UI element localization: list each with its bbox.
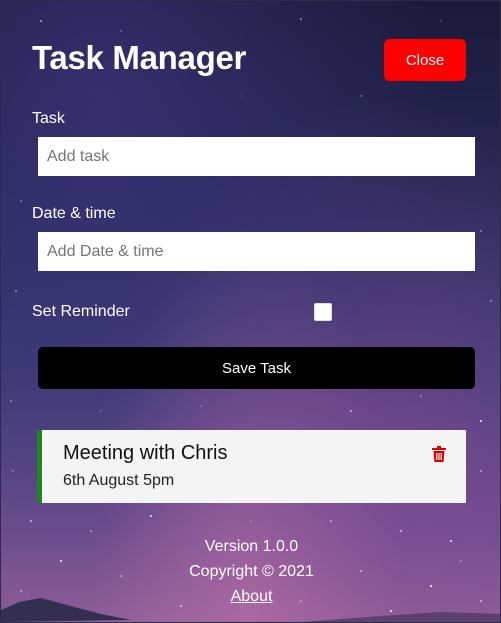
footer-about-row: About [1, 588, 500, 606]
datetime-input[interactable] [38, 232, 475, 271]
reminder-checkbox[interactable] [314, 303, 332, 321]
task-time: 6th August 5pm [63, 472, 175, 489]
page-title: Task Manager [32, 39, 247, 76]
footer-copyright: Copyright © 2021 [189, 563, 314, 580]
about-link[interactable]: About [231, 588, 273, 605]
save-task-button[interactable]: Save Task [38, 347, 475, 389]
task-manager-panel: Task Manager Close Task Date & time Set … [1, 1, 500, 622]
task-label: Task [32, 110, 65, 127]
task-title: Meeting with Chris [63, 442, 228, 464]
reminder-label: Set Reminder [32, 303, 130, 320]
datetime-label: Date & time [32, 205, 116, 222]
trash-icon[interactable] [432, 446, 446, 462]
footer-version: Version 1.0.0 [204, 538, 299, 555]
close-button[interactable]: Close [384, 39, 466, 81]
task-item[interactable]: Meeting with Chris 6th August 5pm [37, 430, 466, 503]
task-input[interactable] [38, 137, 475, 176]
app-container: Task Manager Close Task Date & time Set … [0, 0, 501, 623]
